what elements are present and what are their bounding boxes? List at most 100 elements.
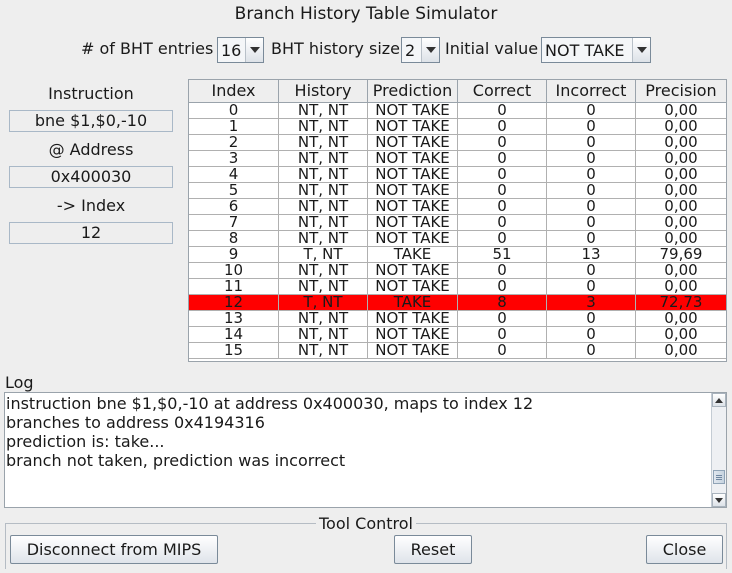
table-cell: 0 [547, 231, 636, 246]
table-cell: 0 [458, 199, 547, 214]
table-cell: 0 [458, 103, 547, 118]
table-cell: 13 [189, 311, 279, 326]
table-cell: 0,00 [664, 327, 698, 342]
table-cell: 0 [547, 119, 636, 134]
chevron-down-icon[interactable] [421, 38, 439, 62]
table-cell: NOT TAKE [368, 199, 458, 214]
table-cell: 0 [547, 343, 636, 358]
initial-value-value: NOT TAKE [545, 40, 625, 60]
column-header-precision[interactable]: Precision [636, 80, 726, 102]
table-cell: 0,00 [664, 343, 698, 358]
bht-entries-label: # of BHT entries [81, 39, 214, 58]
table-cell: 9 [189, 247, 279, 262]
table-cell: 0 [458, 327, 547, 342]
column-header-index[interactable]: Index [189, 80, 279, 102]
log-textarea[interactable]: instruction bne $1,$0,-10 at address 0x4… [4, 392, 727, 508]
table-cell: NOT TAKE [368, 311, 458, 326]
table-cell: NOT TAKE [368, 183, 458, 198]
arrow-down-icon[interactable] [712, 493, 726, 507]
bht-entries-value: 16 [221, 40, 242, 60]
column-header-prediction[interactable]: Prediction [368, 80, 458, 102]
table-cell: NOT TAKE [368, 151, 458, 166]
table-row[interactable]: 7 NT, NT NOT TAKE 0 0 0,00 [189, 215, 726, 231]
table-cell: 0,00 [664, 119, 698, 134]
table-cell: NT, NT [279, 343, 368, 358]
table-cell: NT, NT [279, 199, 368, 214]
table-cell: NT, NT [279, 183, 368, 198]
table-row[interactable]: 0 NT, NT NOT TAKE 0 0 0,00 [189, 103, 726, 119]
close-button[interactable]: Close [646, 535, 723, 564]
table-cell: NT, NT [279, 135, 368, 150]
table-cell: 0 [458, 215, 547, 230]
table-cell: 0 [547, 199, 636, 214]
table-cell: NOT TAKE [368, 279, 458, 294]
table-cell: NOT TAKE [368, 135, 458, 150]
column-header-correct[interactable]: Correct [458, 80, 547, 102]
reset-button[interactable]: Reset [394, 535, 472, 564]
table-cell: 0 [458, 167, 547, 182]
table-cell: NT, NT [279, 167, 368, 182]
table-cell: 3 [547, 295, 636, 310]
address-label: @ Address [48, 140, 134, 159]
table-cell: 79,69 [659, 247, 703, 262]
table-cell: T, NT [279, 247, 368, 262]
table-row[interactable]: 9 T, NT TAKE 51 13 79,69 [189, 247, 726, 263]
table-cell: T, NT [279, 295, 368, 310]
table-cell: 0 [458, 343, 547, 358]
table-row[interactable]: 8 NT, NT NOT TAKE 0 0 0,00 [189, 231, 726, 247]
table-row[interactable]: 4 NT, NT NOT TAKE 0 0 0,00 [189, 167, 726, 183]
table-row[interactable]: 13 NT, NT NOT TAKE 0 0 0,00 [189, 311, 726, 327]
log-scrollbar[interactable] [711, 393, 726, 507]
table-cell: 0 [458, 151, 547, 166]
table-row[interactable]: 15 NT, NT NOT TAKE 0 0 0,00 [189, 343, 726, 359]
table-row[interactable]: 3 NT, NT NOT TAKE 0 0 0,00 [189, 151, 726, 167]
table-row[interactable]: 5 NT, NT NOT TAKE 0 0 0,00 [189, 183, 726, 199]
tool-control-title: Tool Control [316, 514, 416, 533]
table-row[interactable]: 6 NT, NT NOT TAKE 0 0 0,00 [189, 199, 726, 215]
column-header-incorrect[interactable]: Incorrect [547, 80, 636, 102]
table-row[interactable]: 14 NT, NT NOT TAKE 0 0 0,00 [189, 327, 726, 343]
table-cell: 0,00 [664, 183, 698, 198]
table-cell: 0 [458, 279, 547, 294]
bht-history-label: BHT history size [271, 39, 401, 58]
table-row-highlighted[interactable]: 12 T, NT TAKE 8 3 72,73 [189, 295, 726, 311]
table-row[interactable]: 11 NT, NT NOT TAKE 0 0 0,00 [189, 279, 726, 295]
log-line: branches to address 0x4194316 [6, 413, 265, 432]
table-cell: 0,00 [664, 311, 698, 326]
table-cell: 6 [189, 199, 279, 214]
table-cell: 0 [547, 279, 636, 294]
table-cell: 0 [458, 183, 547, 198]
bht-table[interactable]: Index History Prediction Correct Incorre… [188, 79, 727, 362]
bht-entries-select[interactable]: 16 [217, 37, 264, 63]
table-cell: NOT TAKE [368, 119, 458, 134]
table-cell: NT, NT [279, 119, 368, 134]
table-row[interactable]: 10 NT, NT NOT TAKE 0 0 0,00 [189, 263, 726, 279]
table-cell: 0 [458, 231, 547, 246]
table-cell: 14 [189, 327, 279, 342]
chevron-down-icon[interactable] [245, 38, 263, 62]
disconnect-button[interactable]: Disconnect from MIPS [10, 535, 218, 564]
table-cell: 0,00 [664, 103, 698, 118]
index-field: 12 [9, 222, 173, 244]
table-row[interactable]: 2 NT, NT NOT TAKE 0 0 0,00 [189, 135, 726, 151]
table-cell: 12 [189, 295, 279, 310]
table-cell: 0 [547, 183, 636, 198]
bht-history-select[interactable]: 2 [401, 37, 440, 63]
table-cell: 0 [547, 135, 636, 150]
column-header-history[interactable]: History [279, 80, 368, 102]
table-cell: NOT TAKE [368, 263, 458, 278]
table-row[interactable]: 1 NT, NT NOT TAKE 0 0 0,00 [189, 119, 726, 135]
table-cell: 0 [547, 103, 636, 118]
table-cell: 0 [547, 167, 636, 182]
table-cell: NT, NT [279, 215, 368, 230]
scrollbar-thumb[interactable] [713, 470, 725, 484]
table-cell: NT, NT [279, 311, 368, 326]
log-line: instruction bne $1,$0,-10 at address 0x4… [6, 394, 534, 413]
arrow-up-icon[interactable] [712, 393, 726, 407]
table-cell: 0 [547, 327, 636, 342]
instruction-field: bne $1,$0,-10 [9, 110, 173, 132]
table-cell: 11 [189, 279, 279, 294]
table-body: 0 NT, NT NOT TAKE 0 0 0,00 1 NT, NT NOT TAKE 0 0 0,… [189, 103, 726, 359]
chevron-down-icon[interactable] [632, 38, 650, 62]
initial-value-select[interactable]: NOT TAKE [541, 37, 651, 63]
